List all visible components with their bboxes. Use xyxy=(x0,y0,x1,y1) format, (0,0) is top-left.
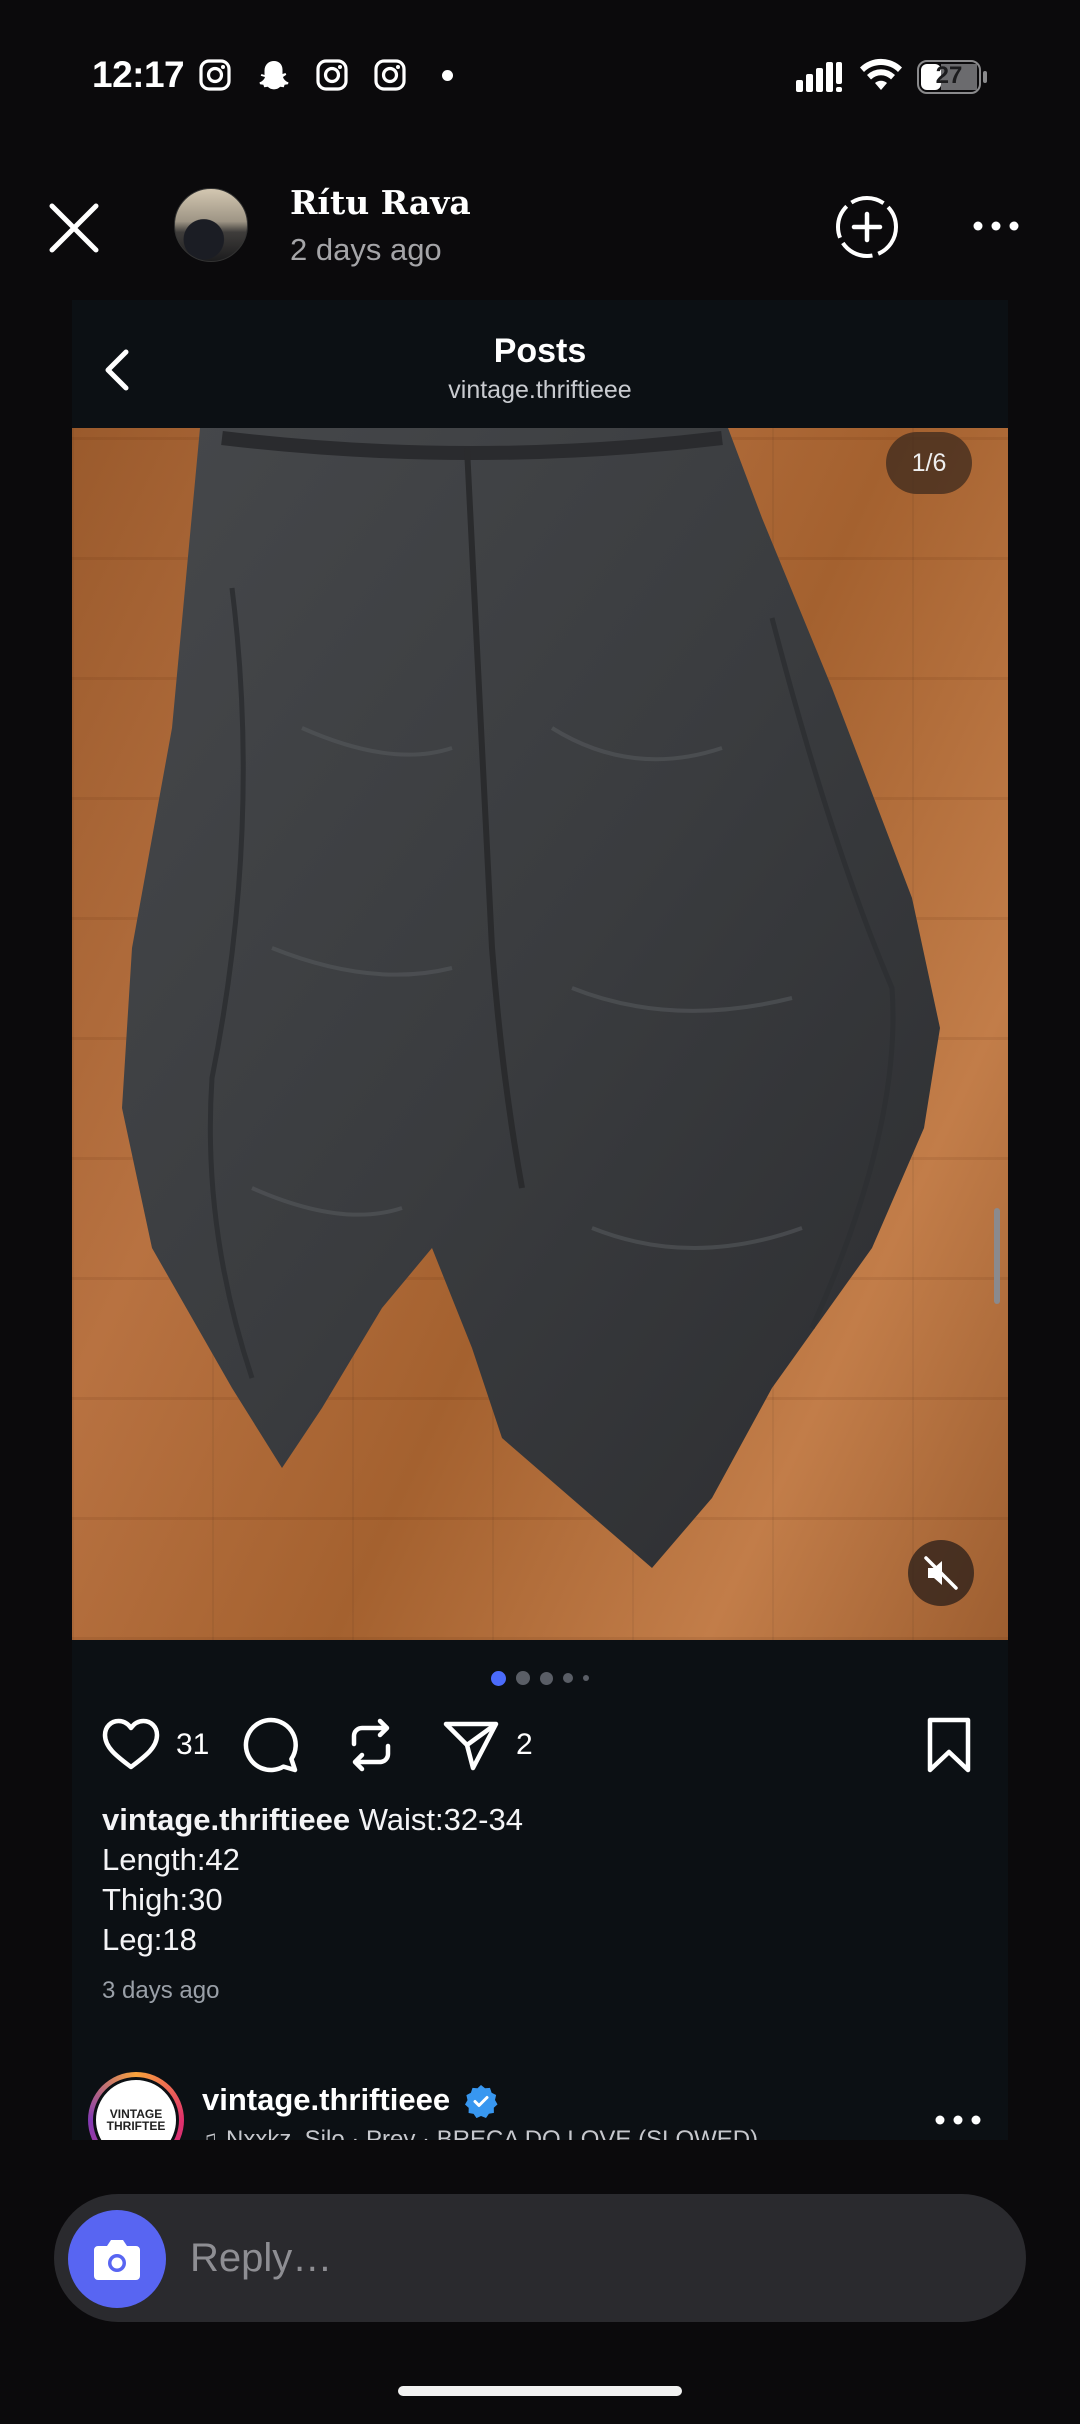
shared-post-card[interactable]: Posts vintage.thriftieee 1/6 31 2 vintag… xyxy=(72,300,1008,2140)
carousel-dot xyxy=(583,1675,589,1681)
caption-username[interactable]: vintage.thriftieee xyxy=(102,1802,350,1837)
close-icon xyxy=(49,203,99,253)
reply-input[interactable] xyxy=(188,2228,968,2288)
like-button[interactable]: 31 xyxy=(100,1710,209,1780)
caption-line: Waist:32-34 xyxy=(358,1802,523,1837)
post-header-title: Posts xyxy=(493,332,587,370)
heart-icon xyxy=(102,1718,160,1770)
mute-button[interactable] xyxy=(908,1540,974,1606)
carousel-indicator xyxy=(72,1670,1008,1686)
avatar[interactable] xyxy=(174,188,248,262)
speaker-muted-icon xyxy=(924,1556,958,1590)
snapchat-icon xyxy=(257,58,291,92)
post-header-subtitle[interactable]: vintage.thriftieee xyxy=(72,376,1008,405)
next-post-avatar[interactable]: VINTAGE THRIFTEE xyxy=(88,2072,184,2140)
pants-photo xyxy=(122,428,940,1568)
comment-icon xyxy=(243,1717,298,1773)
carousel-dot-active xyxy=(491,1670,506,1686)
more-horizontal-icon xyxy=(973,221,1019,231)
share-button[interactable]: 2 xyxy=(440,1710,533,1780)
dot-icon xyxy=(442,70,453,81)
save-button[interactable] xyxy=(918,1710,980,1780)
post-image[interactable]: 1/6 xyxy=(72,428,1008,1640)
carousel-dot xyxy=(516,1671,530,1685)
post-actions-bar: 31 2 xyxy=(100,1710,980,1790)
camera-button[interactable] xyxy=(68,2210,166,2308)
carousel-dot xyxy=(540,1671,553,1685)
next-post-more-button[interactable] xyxy=(932,2108,984,2132)
instagram-icon xyxy=(198,58,232,92)
reply-bar xyxy=(54,2194,1026,2322)
more-horizontal-icon xyxy=(935,2115,981,2125)
send-icon xyxy=(443,1721,499,1771)
add-to-story-button[interactable] xyxy=(834,194,900,260)
more-options-button[interactable] xyxy=(970,208,1022,244)
bookmark-icon xyxy=(927,1717,971,1773)
caption-line: Thigh:30 xyxy=(102,1882,223,1917)
page-counter: 1/6 xyxy=(886,432,972,494)
post-date: 3 days ago xyxy=(102,1977,220,2004)
caption-line: Length:42 xyxy=(102,1842,240,1877)
close-button[interactable] xyxy=(42,196,106,260)
home-indicator[interactable] xyxy=(398,2386,682,2396)
instagram-icon xyxy=(373,58,407,92)
next-post-username[interactable]: vintage.thriftieee xyxy=(202,2082,450,2118)
like-count: 31 xyxy=(176,1728,210,1761)
repost-button[interactable] xyxy=(340,1710,402,1780)
camera-icon xyxy=(94,2240,140,2280)
battery-level: 27 xyxy=(935,62,963,89)
song-title: Nxxkz, Silo · Prey · BRECA DO LOVE (SLOW… xyxy=(226,2126,759,2140)
story-time: 2 days ago xyxy=(290,232,442,267)
song-label[interactable]: ♫ Nxxkz, Silo · Prey · BRECA DO LOVE (SLO… xyxy=(200,2126,758,2140)
signal-icon xyxy=(796,60,844,94)
share-count: 2 xyxy=(516,1728,533,1761)
verified-badge-icon xyxy=(464,2084,498,2119)
add-circle-icon xyxy=(836,196,898,258)
battery-icon: 27 xyxy=(917,60,989,94)
instagram-icon xyxy=(315,58,349,92)
music-note-icon: ♫ xyxy=(200,2126,218,2140)
status-time: 12:17 xyxy=(92,54,185,95)
post-caption: vintage.thriftieee Waist:32-34 Length:42… xyxy=(102,1800,982,1960)
carousel-dot xyxy=(563,1673,573,1683)
story-username[interactable]: Rítu Rava xyxy=(290,183,471,222)
avatar-logo: VINTAGE THRIFTEE xyxy=(93,2077,179,2140)
scrollbar[interactable] xyxy=(994,1208,1000,1304)
repost-icon xyxy=(351,1718,391,1772)
caption-line: Leg:18 xyxy=(102,1922,197,1957)
wifi-icon xyxy=(858,58,904,94)
comment-button[interactable] xyxy=(240,1710,302,1780)
